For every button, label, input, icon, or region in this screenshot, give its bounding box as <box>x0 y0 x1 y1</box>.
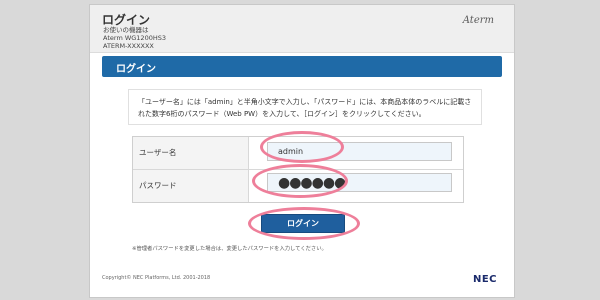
username-label-cell: ユーザー名 <box>133 137 249 169</box>
password-label-cell: パスワード <box>133 170 249 202</box>
password-input[interactable]: ●●●●●● <box>267 173 452 192</box>
login-button[interactable]: ログイン <box>261 214 345 233</box>
device-ssid: ATERM-XXXXXX <box>103 42 154 50</box>
device-model: Aterm WG1200HS3 <box>103 34 166 42</box>
username-input[interactable]: admin <box>267 142 452 161</box>
instruction-line-2: れた数字6桁のパスワード（Web PW）を入力して、［ログイン］をクリックしてく… <box>138 110 426 118</box>
device-info: お使いの機器は Aterm WG1200HS3 ATERM-XXXXXX <box>103 26 166 50</box>
instruction-line-1: 「ユーザー名」には「admin」と半角小文字で入力し、「パスワード」には、本商品… <box>138 98 472 106</box>
nec-logo: NEC <box>472 274 497 285</box>
password-footnote: ※管理者パスワードを変更した場合は、変更したパスワードを入力してください。 <box>132 246 327 252</box>
device-label: お使いの機器は <box>103 26 149 34</box>
section-bar: ログイン <box>102 56 502 77</box>
section-title: ログイン <box>116 64 156 75</box>
username-value: admin <box>278 147 304 156</box>
brand-logo: Aterm <box>462 15 494 26</box>
page-header: ログイン お使いの機器は Aterm WG1200HS3 ATERM-XXXXX… <box>90 5 514 53</box>
copyright-text: Copyright© NEC Platforms, Ltd. 2001-2018 <box>102 275 211 281</box>
login-page: ログイン お使いの機器は Aterm WG1200HS3 ATERM-XXXXX… <box>89 4 515 298</box>
instruction-box: 「ユーザー名」には「admin」と半角小文字で入力し、「パスワード」には、本商品… <box>128 89 482 125</box>
password-value: ●●●●●● <box>278 175 346 191</box>
password-label: パスワード <box>139 181 177 190</box>
username-label: ユーザー名 <box>139 148 177 157</box>
